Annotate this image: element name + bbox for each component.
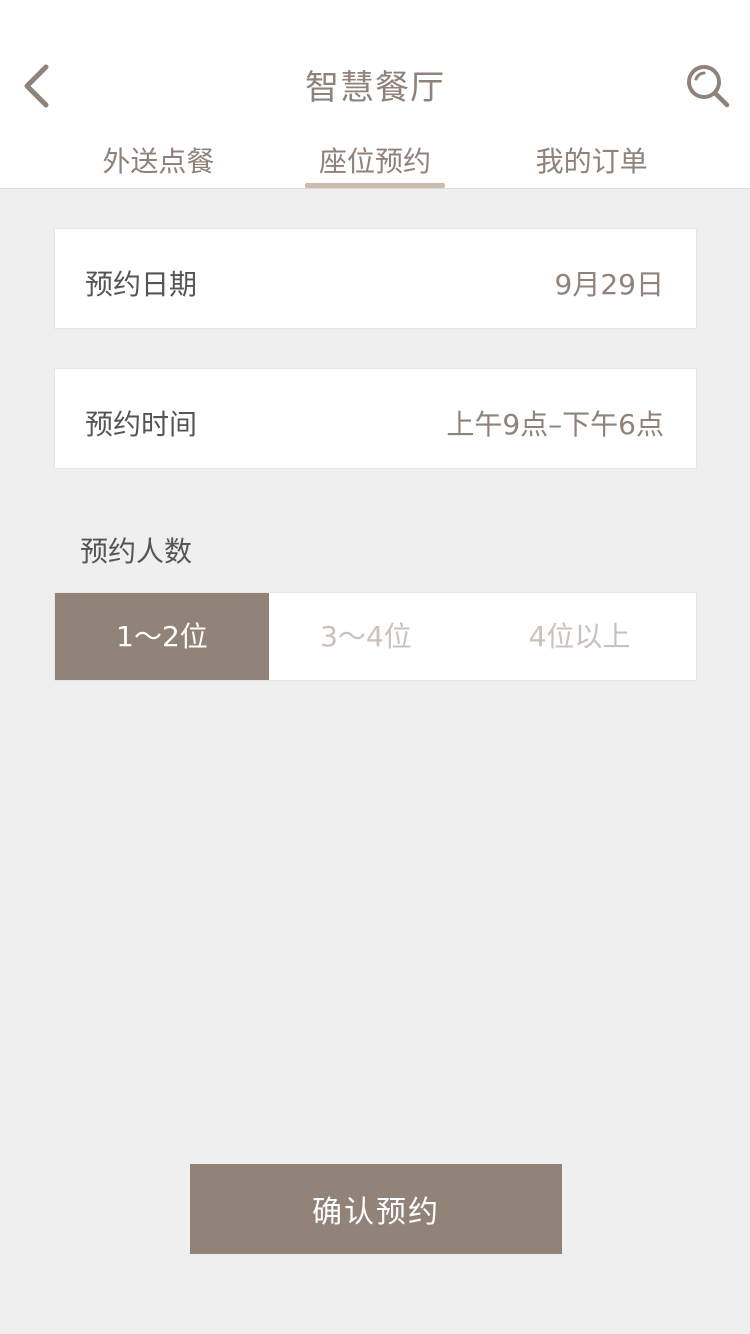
- date-label: 预约日期: [85, 268, 198, 301]
- party-size-selector: 1～2位 3～4位 4位以上: [54, 592, 697, 681]
- page-title: 智慧餐厅: [305, 68, 445, 108]
- party-size-label: 预约人数: [80, 535, 193, 568]
- tab-my-orders[interactable]: 我的订单: [483, 130, 700, 189]
- tab-seat-reservation[interactable]: 座位预约: [267, 130, 484, 189]
- time-value: 上午9点–下午6点: [446, 408, 664, 441]
- date-value: 9月29日: [554, 268, 664, 301]
- search-icon: [687, 65, 730, 108]
- tab-delivery[interactable]: 外送点餐: [50, 130, 267, 189]
- date-row[interactable]: 预约日期 9月29日: [54, 228, 697, 329]
- party-size-option-4-plus[interactable]: 4位以上: [463, 593, 696, 680]
- party-size-option-1-2[interactable]: 1～2位: [55, 593, 269, 680]
- confirm-reservation-button[interactable]: 确认预约: [190, 1164, 562, 1254]
- party-size-option-3-4[interactable]: 3～4位: [269, 593, 463, 680]
- tab-bar: 外送点餐 座位预约 我的订单: [50, 130, 700, 189]
- time-row[interactable]: 预约时间 上午9点–下午6点: [54, 368, 697, 469]
- header: 智慧餐厅 外送点餐 座位预约 我的订单: [0, 0, 750, 189]
- search-button[interactable]: [684, 62, 732, 110]
- time-label: 预约时间: [85, 408, 198, 441]
